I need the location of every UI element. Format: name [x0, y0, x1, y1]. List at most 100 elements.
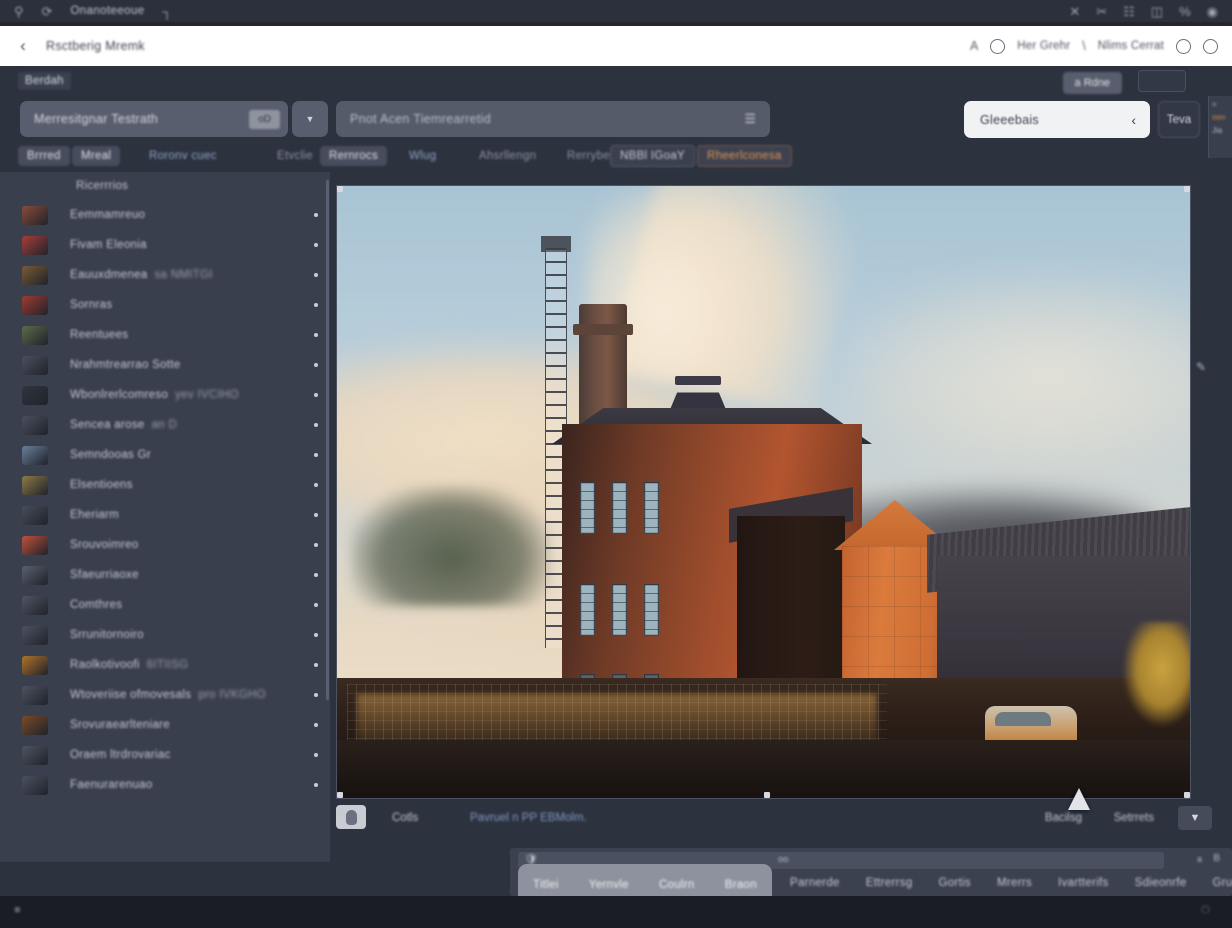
- popup-item-3[interactable]: Braon: [725, 879, 757, 891]
- tab-4[interactable]: Rernrocs: [320, 146, 388, 166]
- scissors-icon[interactable]: ✂: [1096, 5, 1107, 18]
- tab-6[interactable]: Ahsrllengn: [470, 146, 545, 166]
- status-dot[interactable]: [314, 393, 318, 397]
- bottom-item-3[interactable]: Mrerrs: [997, 877, 1032, 889]
- window-icon[interactable]: ┐: [163, 5, 172, 18]
- bottom-item-0[interactable]: Parnerde: [790, 877, 840, 889]
- viewer-footer-right-1[interactable]: Bacilsg: [1045, 812, 1082, 824]
- list-icon[interactable]: ☰: [744, 111, 756, 127]
- list-item[interactable]: Raolkotivoofi 6ITIISG: [0, 650, 330, 680]
- cut-icon[interactable]: ✕: [1069, 5, 1080, 18]
- chevron-down-icon[interactable]: ▼: [1178, 806, 1212, 830]
- list-item[interactable]: Sencea arose an D: [0, 410, 330, 440]
- crop-handle[interactable]: [763, 792, 770, 798]
- viewer-footer-link[interactable]: Pavruel n PP EBMolm.: [470, 812, 587, 824]
- breadcrumb[interactable]: Berdah: [18, 72, 71, 90]
- list-item[interactable]: Eauuxdmenea sa NMITGI: [0, 260, 330, 290]
- status-dot[interactable]: [314, 333, 318, 337]
- status-dot[interactable]: [314, 693, 318, 697]
- filter-input[interactable]: Pnot Acen Tiemrearretid ☰: [336, 101, 770, 137]
- tab-9[interactable]: Rheerlconesa: [697, 145, 792, 167]
- chevron-left-icon[interactable]: ‹: [12, 36, 34, 56]
- chrome-label-1[interactable]: Her Grehr: [1017, 40, 1070, 52]
- status-dot[interactable]: [314, 603, 318, 607]
- mode-select[interactable]: Gleeebais ‹: [964, 101, 1150, 138]
- status-dot[interactable]: [314, 363, 318, 367]
- popup-item-2[interactable]: Coulrn: [659, 879, 695, 891]
- bottom-item-1[interactable]: Ettrerrsg: [866, 877, 913, 889]
- crop-handle[interactable]: [1184, 186, 1190, 192]
- viewer-footer-right-2[interactable]: Setrrets: [1114, 812, 1154, 824]
- bottom-item-5[interactable]: Sdieonrfe: [1135, 877, 1187, 889]
- chevron-left-icon[interactable]: ‹: [1131, 112, 1136, 128]
- tab-3[interactable]: Etvclie: [268, 146, 322, 166]
- tab-0[interactable]: Brrred: [18, 146, 70, 166]
- bottom-mini-right[interactable]: B: [1213, 853, 1220, 864]
- photo-frame[interactable]: [336, 185, 1191, 799]
- list-item[interactable]: Oraem ltrdrovariac: [0, 740, 330, 770]
- chrome-label-2[interactable]: Nlims Cerrat: [1098, 40, 1164, 52]
- list-item[interactable]: Faenurarenuao: [0, 770, 330, 800]
- status-dot[interactable]: [314, 663, 318, 667]
- select-side-button[interactable]: Teva: [1158, 101, 1200, 138]
- top-right-empty-box[interactable]: [1138, 70, 1186, 92]
- crop-handle[interactable]: [337, 792, 343, 798]
- list-item[interactable]: Wtoveriise ofmovesals pro IVKGHO: [0, 680, 330, 710]
- top-right-pill-button[interactable]: a Rdne: [1062, 72, 1122, 94]
- list-item[interactable]: Srrunitornoiro: [0, 620, 330, 650]
- status-dot[interactable]: [314, 633, 318, 637]
- status-dot[interactable]: [314, 723, 318, 727]
- sidebar-list[interactable]: Ricerrrios Eemmamreuo Fivam Eleonia Eauuxd…: [0, 172, 330, 862]
- status-dot[interactable]: [314, 453, 318, 457]
- status-dot[interactable]: [314, 243, 318, 247]
- bottom-item-2[interactable]: Gortis: [939, 877, 971, 889]
- avatar[interactable]: [336, 805, 366, 829]
- tab-2[interactable]: Roronv cuec: [140, 146, 226, 166]
- bottom-mini-left[interactable]: a: [1197, 854, 1202, 864]
- status-dot[interactable]: [314, 783, 318, 787]
- search-badge[interactable]: oD: [249, 109, 280, 129]
- pencil-icon[interactable]: ✎: [1196, 360, 1206, 374]
- list-item[interactable]: Comthres: [0, 590, 330, 620]
- search-icon[interactable]: ⚲: [14, 5, 24, 18]
- list-item[interactable]: Reentuees: [0, 320, 330, 350]
- circle-icon[interactable]: [1176, 38, 1191, 54]
- tab-8[interactable]: NBBl IGoaY: [610, 145, 695, 167]
- search-input[interactable]: Merresitgnar Testrath oD: [20, 101, 288, 137]
- list-item[interactable]: Sornras: [0, 290, 330, 320]
- circle-icon[interactable]: [1203, 38, 1218, 54]
- list-item[interactable]: Nrahmtrearrao Sotte: [0, 350, 330, 380]
- crop-handle[interactable]: [337, 186, 343, 192]
- refresh-icon[interactable]: ⟳: [42, 5, 53, 18]
- list-item[interactable]: Eemmamreuo: [0, 200, 330, 230]
- sidebar-scrollbar[interactable]: [326, 180, 329, 700]
- status-dot[interactable]: [314, 513, 318, 517]
- list-item[interactable]: Srovuraearlteniare: [0, 710, 330, 740]
- list-item[interactable]: Srouvoimreo: [0, 530, 330, 560]
- right-edge-panel[interactable]: = mm Jia: [1208, 96, 1232, 158]
- status-dot[interactable]: [314, 273, 318, 277]
- crop-handle[interactable]: [1184, 792, 1190, 798]
- list-item[interactable]: Semndooas Gr: [0, 440, 330, 470]
- status-dot[interactable]: [314, 543, 318, 547]
- popup-item-1[interactable]: Yernvle: [589, 879, 629, 891]
- status-dot[interactable]: [314, 303, 318, 307]
- circle-icon[interactable]: [990, 38, 1006, 54]
- tab-5[interactable]: Wlug: [400, 146, 445, 166]
- percent-icon[interactable]: %: [1179, 5, 1191, 18]
- bottom-item-6[interactable]: Grunntbt: [1213, 877, 1232, 889]
- status-dot[interactable]: [314, 753, 318, 757]
- list-item[interactable]: Eheriarm: [0, 500, 330, 530]
- popup-item-0[interactable]: Titlei: [533, 879, 559, 891]
- status-dot[interactable]: [314, 483, 318, 487]
- paste-icon[interactable]: ◫: [1151, 5, 1163, 18]
- power-icon[interactable]: ⏻: [1201, 904, 1210, 917]
- status-dot[interactable]: [314, 423, 318, 427]
- taskbar-icon[interactable]: ■: [14, 904, 21, 916]
- chevron-down-icon[interactable]: ▼: [292, 101, 328, 137]
- list-item[interactable]: Wbonlrerlcomreso yev IVCIHO: [0, 380, 330, 410]
- list-item[interactable]: Fivam Eleonia: [0, 230, 330, 260]
- bottom-item-4[interactable]: Ivartterifs: [1058, 877, 1109, 889]
- list-item[interactable]: Elsentioens: [0, 470, 330, 500]
- power-icon[interactable]: ◉: [1207, 5, 1218, 18]
